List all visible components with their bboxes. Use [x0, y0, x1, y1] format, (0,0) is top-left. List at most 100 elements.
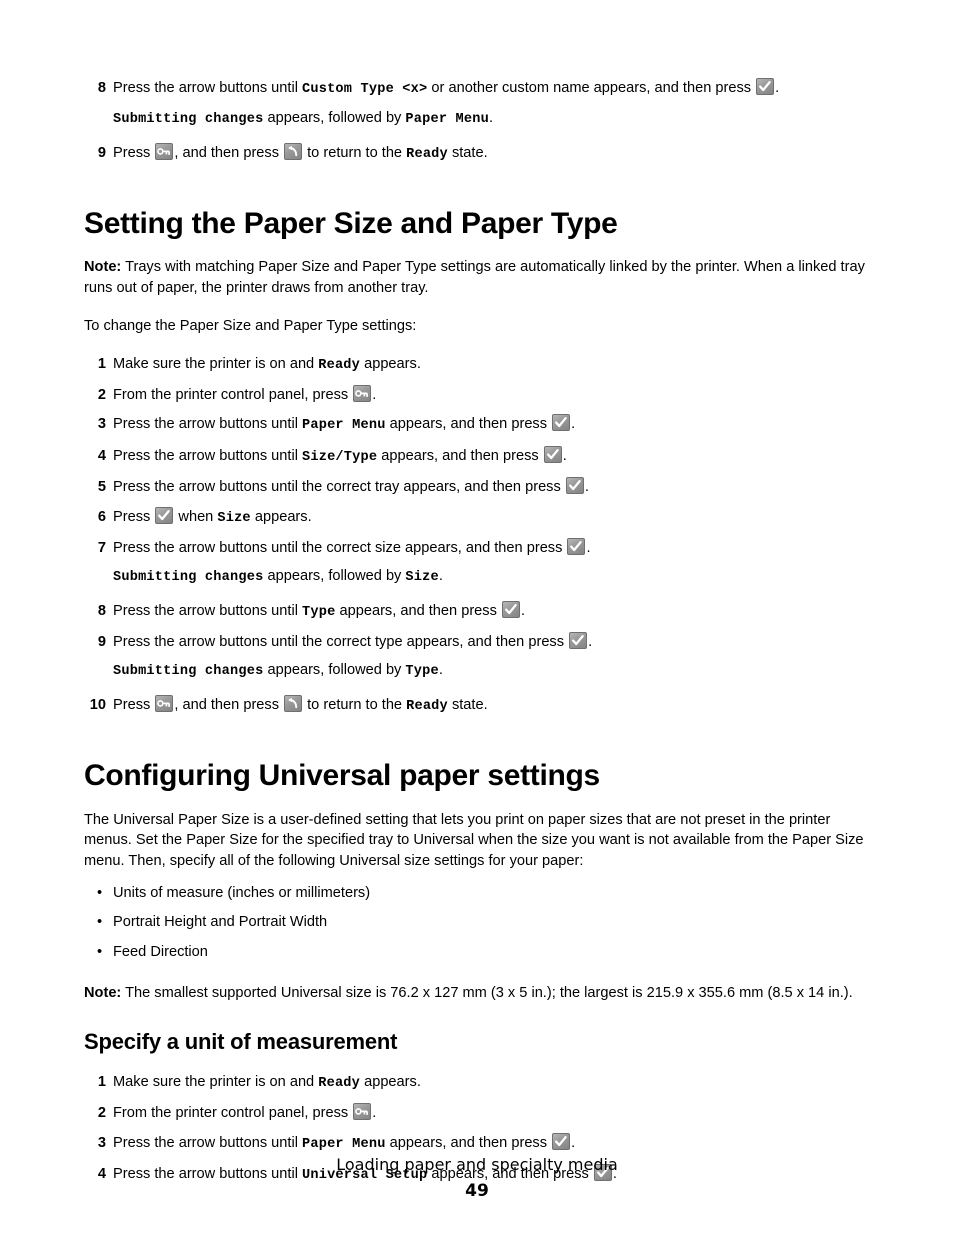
menu-key-button-icon[interactable]	[353, 1102, 372, 1120]
step-text-segment: Press	[113, 696, 155, 713]
step-text-segment: .	[584, 478, 589, 495]
menu-key-button-icon[interactable]	[155, 142, 174, 160]
check-button-icon[interactable]	[552, 414, 571, 432]
check-button-icon[interactable]	[543, 445, 562, 463]
step-text-segment: , and then press	[174, 144, 284, 161]
check-button-icon[interactable]	[756, 78, 775, 95]
list-item-label: Portrait Height and Portrait Width	[113, 914, 328, 931]
step-text: Press the arrow buttons until the correc…	[113, 476, 589, 495]
back-arrow-button-icon[interactable]	[284, 694, 303, 712]
section-heading-universal-paper: Configuring Universal paper settings	[84, 759, 600, 792]
step-text: Press the arrow buttons until Paper Menu…	[113, 1132, 575, 1152]
document-page: 8 Press the arrow buttons until Custom T…	[0, 0, 954, 1235]
step-text-segment: .	[438, 567, 443, 584]
note-paragraph: Note: Trays with matching Paper Size and…	[84, 257, 870, 298]
universal-note-paragraph: Note: The smallest supported Universal s…	[84, 983, 870, 1004]
step-text: From the printer control panel, press .	[113, 1102, 376, 1121]
step-text: Press the arrow buttons until Custom Typ…	[113, 78, 780, 97]
step-text: Press the arrow buttons until the correc…	[113, 537, 591, 556]
check-button-icon[interactable]	[565, 476, 584, 494]
check-button-icon[interactable]	[155, 506, 174, 524]
step-text-segment: appears, and then press	[385, 416, 552, 433]
step-text-segment: appears.	[360, 355, 421, 372]
bullet-dot-icon: •	[97, 944, 103, 960]
step-number: 8	[97, 80, 106, 96]
step-text-segment: From the printer control panel, press	[113, 1104, 353, 1121]
step-number: 2	[97, 386, 106, 403]
check-button-icon[interactable]	[501, 600, 520, 618]
step-number: 3	[97, 416, 106, 433]
step-number: 4	[97, 447, 106, 464]
step-item: 6 Press when Size appears.	[84, 506, 870, 529]
step-item: 2 From the printer control panel, press …	[84, 384, 870, 405]
step-number: 10	[89, 696, 106, 713]
step-text: Press , and then press to return to the …	[113, 142, 488, 162]
step-text-segment: .	[438, 662, 443, 678]
running-footer-title: Loading paper and specialty media	[336, 1155, 618, 1175]
page-number: 49	[465, 1181, 489, 1201]
step-text-segment: state.	[447, 144, 488, 161]
back-arrow-button-icon[interactable]	[284, 142, 303, 160]
step-item: 8 Press the arrow buttons until Type app…	[84, 600, 870, 623]
step-item: 9 Press the arrow buttons until the corr…	[84, 631, 870, 682]
step-text-segment: to return to the	[303, 144, 407, 161]
step-item: 5 Press the arrow buttons until the corr…	[84, 476, 870, 497]
step-text-segment: or another custom name appears, and then…	[427, 80, 756, 96]
step-text: Press the arrow buttons until Size/Type …	[113, 445, 567, 465]
lcd-text: Type	[302, 604, 336, 620]
step-text-segment: Press the arrow buttons until the correc…	[113, 633, 569, 650]
step-text-segment: to return to the	[303, 696, 407, 713]
list-item: • Feed Direction	[84, 942, 870, 962]
universal-intro-paragraph: The Universal Paper Size is a user-defin…	[84, 811, 864, 870]
lcd-text: Size	[405, 569, 439, 585]
step-text-segment: appears, followed by	[263, 567, 406, 584]
step-item: 10 Press , and then press to return to t…	[84, 694, 870, 717]
check-button-icon[interactable]	[567, 537, 586, 555]
bullet-dot-icon: •	[97, 884, 103, 901]
universal-settings-bullet-list: • Units of measure (inches or millimeter…	[84, 883, 870, 962]
step-number: 6	[97, 508, 106, 525]
continued-steps-list: 8 Press the arrow buttons until Custom T…	[84, 78, 870, 164]
step-item: 7 Press the arrow buttons until the corr…	[84, 537, 870, 588]
step-text-segment: when	[174, 508, 218, 525]
step-text-segment: Press the arrow buttons until	[113, 602, 302, 619]
step-text-segment: state.	[447, 696, 488, 713]
step-number: 7	[97, 539, 106, 556]
lcd-text: Submitting changes	[113, 569, 264, 585]
menu-key-button-icon[interactable]	[353, 384, 372, 402]
step-text-segment: appears, and then press	[377, 447, 543, 464]
step-text-segment: .	[562, 447, 567, 464]
step-text-segment: Press the arrow buttons until the correc…	[113, 539, 567, 556]
note-label: Note:	[84, 984, 122, 1001]
step-number: 1	[97, 355, 106, 372]
list-item: • Portrait Height and Portrait Width	[84, 912, 870, 932]
intro-paragraph: To change the Paper Size and Paper Type …	[84, 317, 417, 334]
note-body: The smallest supported Universal size is…	[121, 984, 853, 1001]
step-item: 9 Press , and then press to return to th…	[84, 142, 870, 165]
check-button-icon[interactable]	[552, 1132, 571, 1150]
check-button-icon[interactable]	[569, 631, 588, 649]
step-number: 5	[97, 478, 106, 495]
lcd-text: Custom Type <x>	[302, 82, 428, 97]
step-subtext: Submitting changes appears, followed by …	[113, 660, 870, 682]
list-item: • Units of measure (inches or millimeter…	[84, 883, 870, 903]
lcd-text: Ready	[318, 357, 361, 373]
step-text: Press the arrow buttons until Paper Menu…	[113, 414, 575, 433]
section-heading-paper-size-type: Setting the Paper Size and Paper Type	[84, 206, 618, 240]
step-item: 1 Make sure the printer is on and Ready …	[84, 1072, 870, 1094]
step-number: 3	[97, 1134, 106, 1151]
lcd-text: Ready	[318, 1075, 361, 1091]
step-number: 9	[97, 144, 106, 161]
step-text-segment: Press the arrow buttons until	[113, 1134, 302, 1151]
step-text-segment: Make sure the printer is on and	[113, 1073, 319, 1090]
step-text-segment: .	[775, 80, 780, 96]
lcd-text: Type	[405, 664, 439, 679]
step-subtext: Submitting changes appears, followed by …	[113, 566, 870, 588]
menu-key-button-icon[interactable]	[155, 694, 174, 712]
step-text: Make sure the printer is on and Ready ap…	[113, 355, 421, 373]
step-text: Press when Size appears.	[113, 506, 312, 526]
lcd-text: Size/Type	[302, 449, 378, 465]
